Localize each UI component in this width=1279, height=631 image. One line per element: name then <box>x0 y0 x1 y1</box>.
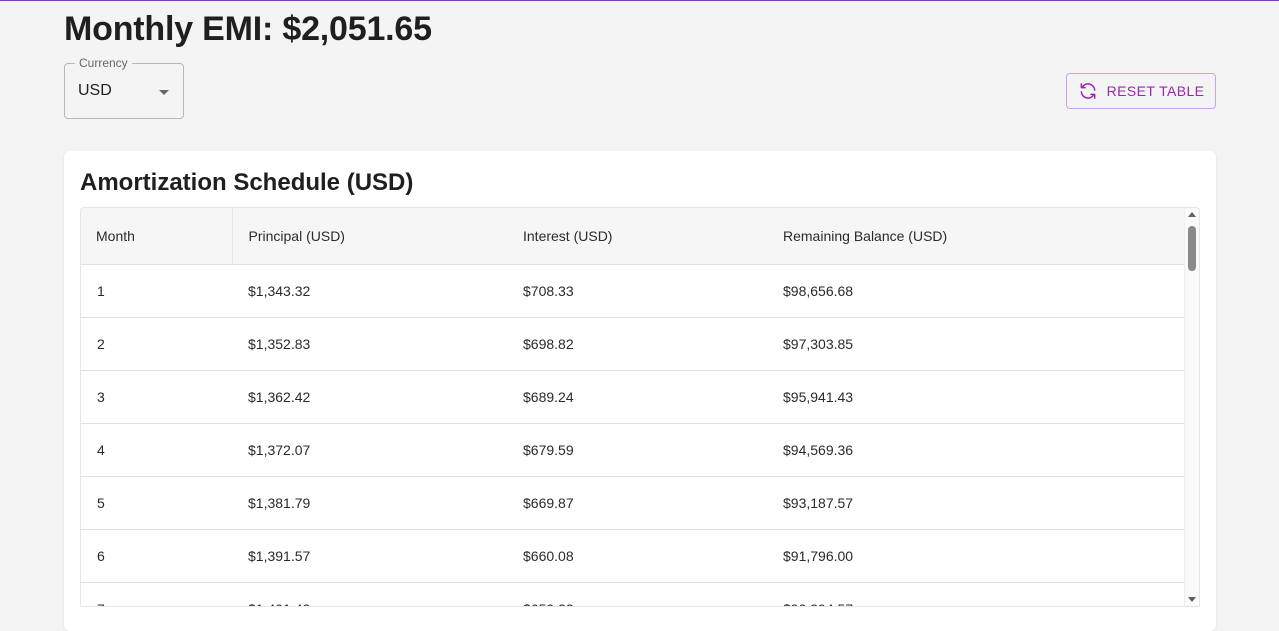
cell-month: 4 <box>81 423 232 477</box>
cell-interest: $689.24 <box>507 370 767 424</box>
cell-principal: $1,362.42 <box>232 370 507 424</box>
amortization-title: Amortization Schedule (USD) <box>80 169 414 196</box>
amortization-card: Amortization Schedule (USD) Month Princi… <box>64 151 1216 631</box>
top-border <box>0 0 1279 1</box>
cell-remaining-balance: $98,656.68 <box>767 264 1186 318</box>
table-row: 5 $1,381.79 $669.87 $93,187.57 <box>81 476 1186 530</box>
cell-remaining-balance: $90,394.57 <box>767 582 1186 606</box>
cell-month: 5 <box>81 476 232 530</box>
amortization-table: Month Principal (USD) Interest (USD) Rem… <box>81 208 1186 606</box>
cell-principal: $1,343.32 <box>232 264 507 318</box>
cell-principal: $1,381.79 <box>232 476 507 530</box>
column-header-month[interactable]: Month <box>81 208 233 265</box>
monthly-emi-heading: Monthly EMI: $2,051.65 <box>64 10 432 48</box>
table-row: 2 $1,352.83 $698.82 $97,303.85 <box>81 317 1186 371</box>
cell-interest: $660.08 <box>507 529 767 583</box>
column-header-interest[interactable]: Interest (USD) <box>507 208 767 265</box>
cell-month: 3 <box>81 370 232 424</box>
cell-month: 1 <box>81 264 232 318</box>
reset-table-label: RESET TABLE <box>1106 83 1205 99</box>
cell-month: 6 <box>81 529 232 583</box>
refresh-icon <box>1080 83 1096 99</box>
cell-interest: $650.22 <box>507 582 767 606</box>
currency-select[interactable]: Currency USD <box>64 56 184 119</box>
scroll-up-arrow-icon[interactable] <box>1188 212 1196 217</box>
amortization-table-container: Month Principal (USD) Interest (USD) Rem… <box>80 207 1200 607</box>
scroll-down-arrow-icon[interactable] <box>1188 597 1196 602</box>
currency-value: USD <box>78 82 112 99</box>
column-header-principal[interactable]: Principal (USD) <box>232 208 507 265</box>
cell-remaining-balance: $94,569.36 <box>767 423 1186 477</box>
cell-interest: $679.59 <box>507 423 767 477</box>
cell-interest: $698.82 <box>507 317 767 371</box>
cell-interest: $708.33 <box>507 264 767 318</box>
cell-remaining-balance: $93,187.57 <box>767 476 1186 530</box>
cell-principal: $1,352.83 <box>232 317 507 371</box>
table-row: 6 $1,391.57 $660.08 $91,796.00 <box>81 529 1186 583</box>
cell-remaining-balance: $91,796.00 <box>767 529 1186 583</box>
table-row: 3 $1,362.42 $689.24 $95,941.43 <box>81 370 1186 424</box>
currency-label: Currency <box>75 56 132 70</box>
cell-interest: $669.87 <box>507 476 767 530</box>
cell-month: 2 <box>81 317 232 371</box>
cell-month: 7 <box>81 582 232 606</box>
cell-principal: $1,401.43 <box>232 582 507 606</box>
cell-remaining-balance: $95,941.43 <box>767 370 1186 424</box>
table-row: 4 $1,372.07 $679.59 $94,569.36 <box>81 423 1186 477</box>
column-header-remaining-balance[interactable]: Remaining Balance (USD) <box>767 208 1186 265</box>
table-scrollbar[interactable] <box>1184 208 1199 606</box>
reset-table-button[interactable]: RESET TABLE <box>1066 73 1216 109</box>
cell-principal: $1,372.07 <box>232 423 507 477</box>
cell-remaining-balance: $97,303.85 <box>767 317 1186 371</box>
table-header-row: Month Principal (USD) Interest (USD) Rem… <box>81 208 1186 265</box>
chevron-down-icon <box>159 90 169 95</box>
cell-principal: $1,391.57 <box>232 529 507 583</box>
table-row: 7 $1,401.43 $650.22 $90,394.57 <box>81 582 1186 606</box>
scrollbar-thumb[interactable] <box>1188 226 1196 271</box>
table-row: 1 $1,343.32 $708.33 $98,656.68 <box>81 264 1186 318</box>
